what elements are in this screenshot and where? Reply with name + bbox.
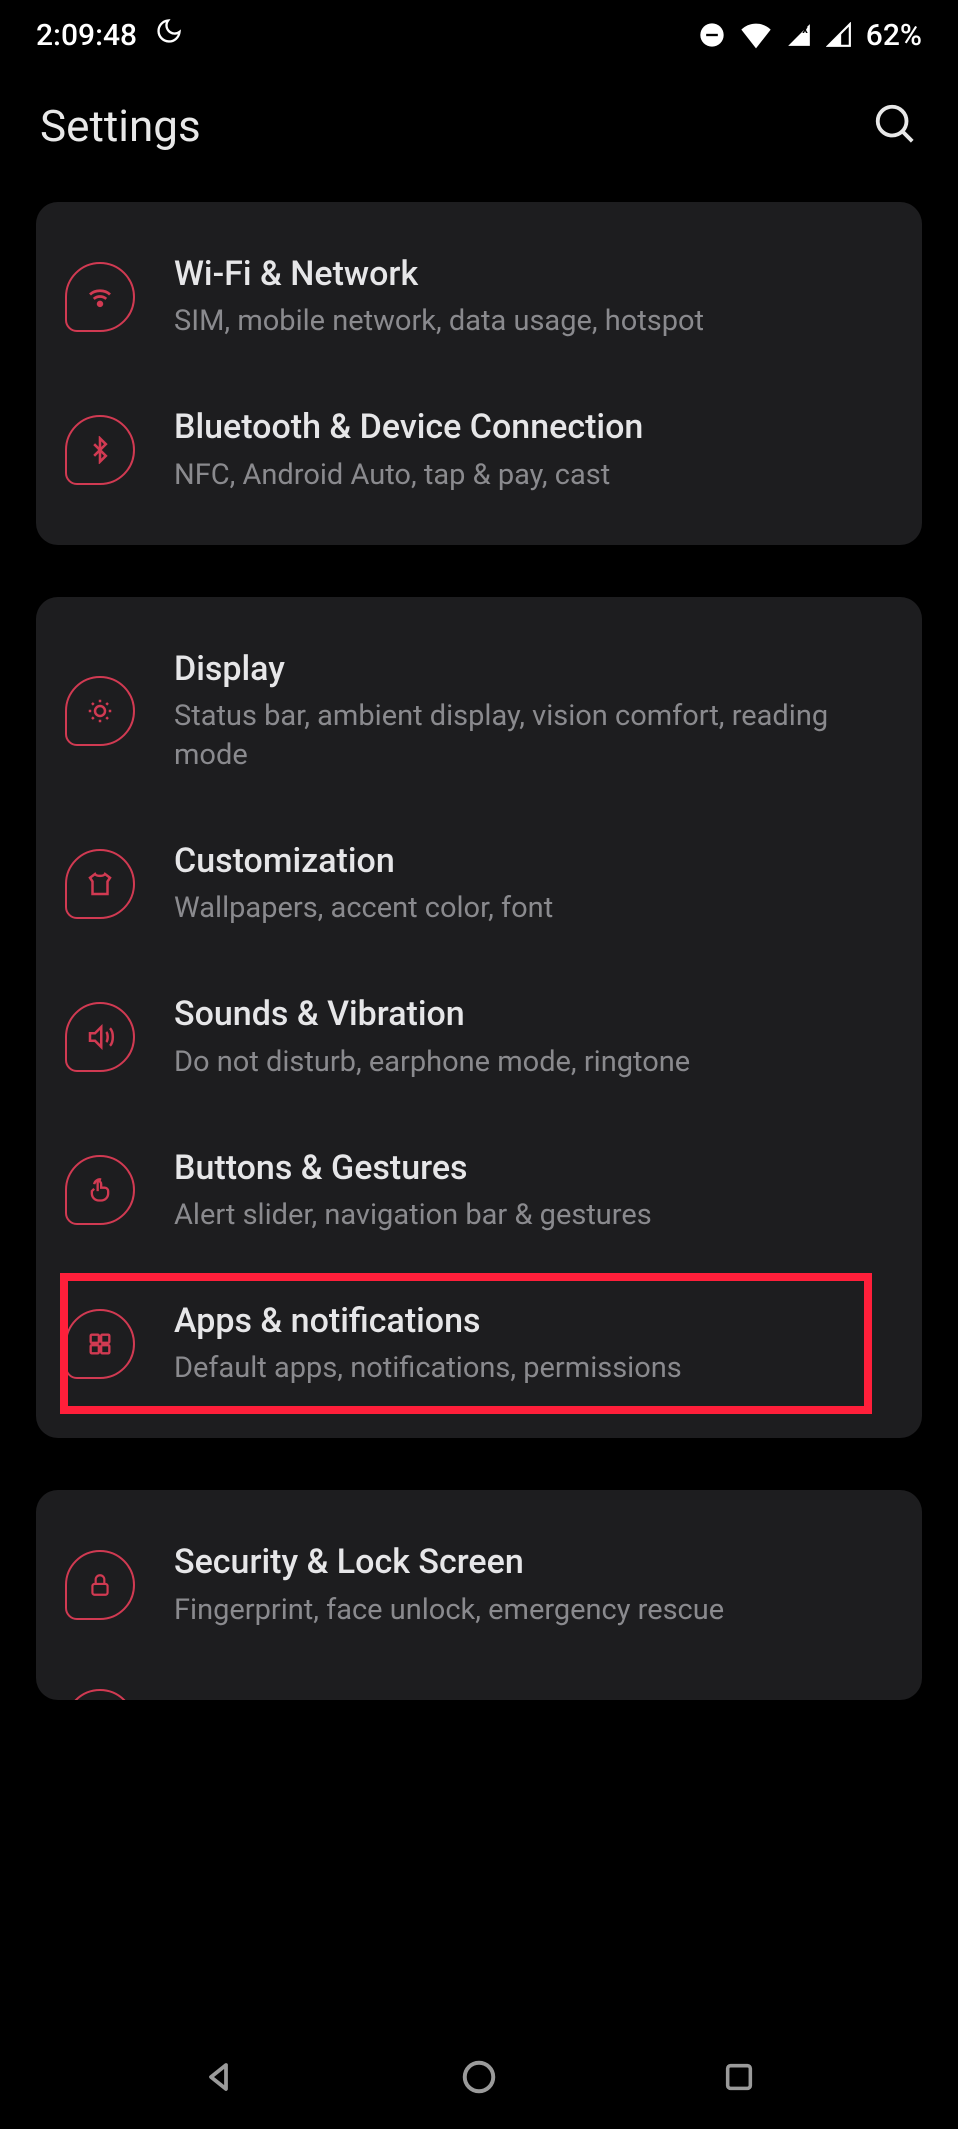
item-title: Customization [174, 839, 894, 883]
dnd-minus-icon [698, 21, 726, 49]
status-bar: 2:09:48 x 62% [0, 0, 958, 70]
svg-text:x: x [802, 23, 808, 36]
battery-percent: 62% [866, 18, 922, 53]
settings-item-display[interactable]: Display Status bar, ambient display, vis… [36, 615, 922, 807]
navigation-bar [0, 2024, 958, 2129]
settings-group: Display Status bar, ambient display, vis… [36, 597, 922, 1439]
settings-item-customization[interactable]: Customization Wallpapers, accent color, … [36, 807, 922, 960]
item-subtitle: Do not disturb, earphone mode, ringtone [174, 1043, 894, 1082]
item-subtitle: Status bar, ambient display, vision comf… [174, 697, 894, 775]
settings-item-security[interactable]: Security & Lock Screen Fingerprint, face… [36, 1508, 922, 1661]
settings-item-buttons[interactable]: Buttons & Gestures Alert slider, navigat… [36, 1114, 922, 1267]
page-title: Settings [40, 100, 201, 152]
wifi-icon [65, 262, 135, 332]
settings-item-apps[interactable]: Apps & notifications Default apps, notif… [36, 1267, 922, 1420]
settings-group: Wi-Fi & Network SIM, mobile network, dat… [36, 202, 922, 545]
signal1-icon: x [786, 22, 812, 48]
item-title: Wi-Fi & Network [174, 252, 894, 296]
dnd-moon-icon [155, 17, 183, 53]
item-subtitle: SIM, mobile network, data usage, hotspot [174, 302, 894, 341]
item-subtitle: Wallpapers, accent color, font [174, 889, 894, 928]
item-subtitle: Fingerprint, face unlock, emergency resc… [174, 1591, 894, 1630]
header: Settings [0, 70, 958, 202]
settings-item-bluetooth[interactable]: Bluetooth & Device Connection NFC, Andro… [36, 373, 922, 526]
settings-item-privacy[interactable]: Privacy [36, 1662, 922, 1701]
settings-item-sounds[interactable]: Sounds & Vibration Do not disturb, earph… [36, 960, 922, 1113]
item-title: Security & Lock Screen [174, 1540, 894, 1584]
signal2-icon [826, 22, 852, 48]
settings-item-wifi[interactable]: Wi-Fi & Network SIM, mobile network, dat… [36, 220, 922, 373]
item-subtitle: NFC, Android Auto, tap & pay, cast [174, 456, 894, 495]
item-title: Sounds & Vibration [174, 992, 894, 1036]
item-subtitle: Default apps, notifications, permissions [174, 1349, 894, 1388]
touch-icon [65, 1155, 135, 1225]
speaker-icon [65, 1002, 135, 1072]
tshirt-icon [65, 849, 135, 919]
nav-home-button[interactable] [439, 2037, 519, 2117]
item-title: Apps & notifications [174, 1299, 894, 1343]
status-time: 2:09:48 [36, 18, 137, 53]
bluetooth-icon [65, 415, 135, 485]
search-button[interactable] [872, 101, 918, 151]
privacy-icon [65, 1689, 135, 1701]
apps-icon [65, 1309, 135, 1379]
wifi-status-icon [740, 21, 772, 49]
item-title: Bluetooth & Device Connection [174, 405, 894, 449]
settings-group: Security & Lock Screen Fingerprint, face… [36, 1490, 922, 1700]
item-subtitle: Alert slider, navigation bar & gestures [174, 1196, 894, 1235]
item-title: Buttons & Gestures [174, 1146, 894, 1190]
item-title: Display [174, 647, 894, 691]
nav-back-button[interactable] [180, 2037, 260, 2117]
nav-recent-button[interactable] [699, 2037, 779, 2117]
display-icon [65, 676, 135, 746]
lock-icon [65, 1550, 135, 1620]
